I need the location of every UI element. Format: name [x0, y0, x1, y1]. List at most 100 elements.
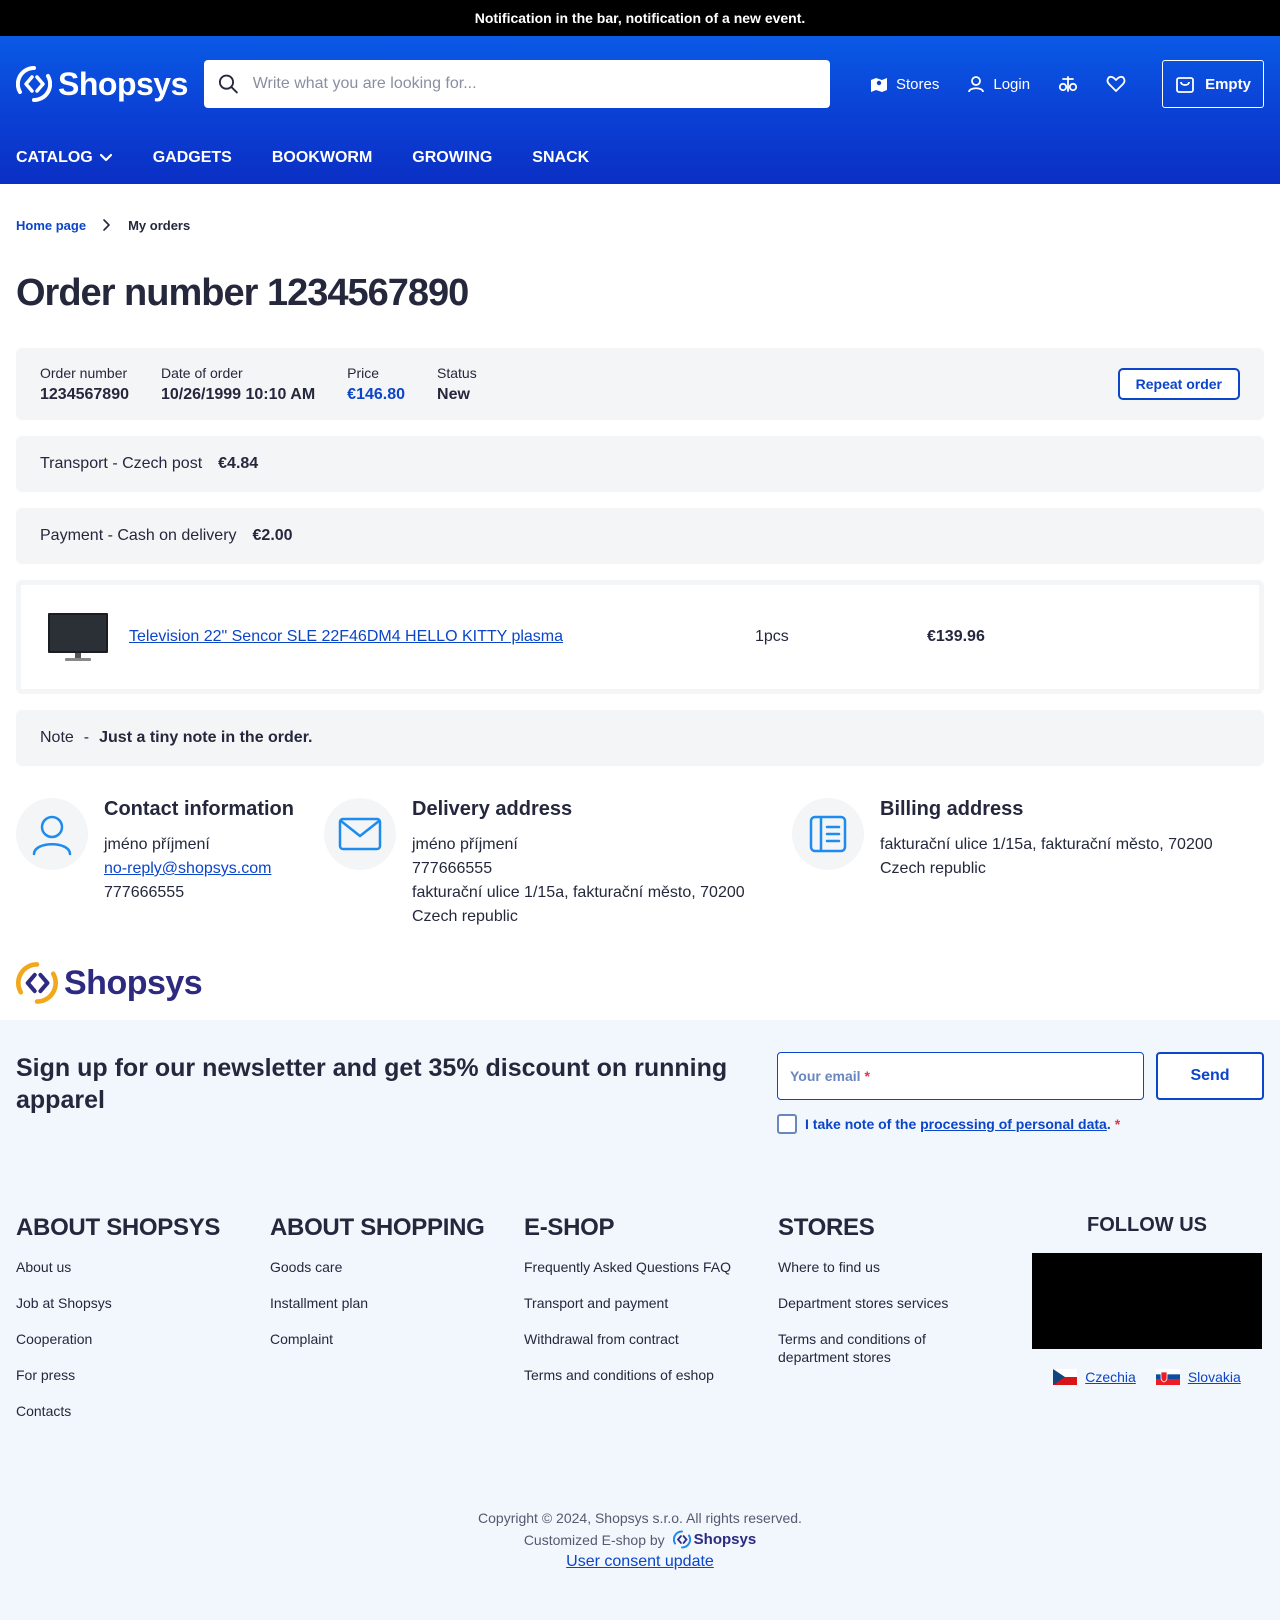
copyright-text: Copyright © 2024, Shopsys s.r.o. All rig…: [478, 1510, 802, 1526]
footer-link[interactable]: Complaint: [270, 1330, 524, 1348]
nav-item-snack[interactable]: SNACK: [532, 149, 589, 167]
login-label: Login: [993, 75, 1031, 93]
footer-link[interactable]: Cooperation: [16, 1330, 270, 1348]
consent-checkbox[interactable]: [777, 1114, 797, 1134]
search-bar[interactable]: [204, 60, 830, 108]
envelope-icon: [338, 817, 382, 851]
person-icon: [32, 815, 72, 856]
product-link[interactable]: Television 22" Sencor SLE 22F46DM4 HELLO…: [129, 628, 755, 646]
nav-item-gadgets[interactable]: GADGETS: [153, 149, 232, 167]
search-input[interactable]: [252, 75, 816, 93]
note-text: Just a tiny note in the order.: [99, 729, 313, 746]
nav-item-growing[interactable]: GROWING: [412, 149, 492, 167]
delivery-phone: 777666555: [412, 860, 493, 877]
nav-label: GROWING: [412, 149, 493, 166]
footer-link[interactable]: Where to find us: [778, 1258, 1032, 1276]
country-czechia-link[interactable]: Czechia: [1053, 1369, 1136, 1385]
footer-column-about-shopsys: ABOUT SHOPSYS About us Job at Shopsys Co…: [16, 1214, 270, 1438]
footer-link[interactable]: About us: [16, 1258, 270, 1276]
stores-link[interactable]: Stores: [870, 76, 939, 93]
country-label: Slovakia: [1187, 1369, 1241, 1385]
copyright-block: Copyright © 2024, Shopsys s.r.o. All rig…: [0, 1510, 1280, 1575]
personal-data-link[interactable]: processing of personal data: [920, 1116, 1107, 1132]
delivery-title: Delivery address: [412, 798, 573, 820]
required-mark: *: [864, 1068, 870, 1084]
billing-title: Billing address: [880, 798, 1024, 820]
delivery-icon-wrapper: [324, 798, 396, 870]
social-embed[interactable]: [1032, 1253, 1262, 1349]
product-price: €139.96: [927, 628, 985, 645]
order-note: Note - Just a tiny note in the order.: [16, 710, 1264, 766]
compare-link[interactable]: [1058, 75, 1078, 93]
user-icon: [968, 76, 985, 93]
consent-suffix: .: [1106, 1116, 1111, 1132]
note-label: Note: [40, 729, 74, 746]
chevron-right-icon: [103, 219, 110, 231]
billing-icon-wrapper: [792, 798, 864, 870]
country-slovakia-link[interactable]: Slovakia: [1155, 1369, 1241, 1385]
product-image[interactable]: [47, 612, 109, 662]
footer-link[interactable]: Terms and conditions of department store…: [778, 1330, 968, 1366]
newsletter-send-button[interactable]: Send: [1156, 1052, 1264, 1100]
cart-button[interactable]: Empty: [1162, 60, 1264, 108]
footer-logo[interactable]: Shopsys: [0, 948, 1280, 1018]
footer-logo-text: Shopsys: [64, 963, 203, 1002]
customized-logo[interactable]: Shopsys: [672, 1530, 757, 1549]
customized-logo-text: Shopsys: [693, 1531, 757, 1548]
logo-mark-icon: [16, 65, 52, 103]
cart-icon: [1176, 77, 1194, 93]
breadcrumb-home-link[interactable]: Home page: [16, 218, 86, 233]
order-status-value: New: [437, 385, 470, 403]
follow-us: FOLLOW US Czechia Slovakia: [1032, 1214, 1262, 1438]
footer-link[interactable]: Contacts: [16, 1402, 270, 1420]
footer-link[interactable]: Frequently Asked Questions FAQ: [524, 1258, 778, 1276]
footer-link[interactable]: Goods care: [270, 1258, 524, 1276]
site-header: Shopsys Stores Login: [0, 36, 1280, 184]
payment-row: Payment - Cash on delivery €2.00: [16, 508, 1264, 564]
email-placeholder: Your email: [790, 1068, 861, 1084]
wishlist-link[interactable]: [1106, 75, 1126, 93]
nav-item-bookworm[interactable]: BOOKWORM: [272, 149, 372, 167]
contact-email-link[interactable]: no-reply@shopsys.com: [104, 857, 294, 881]
footer-link[interactable]: Transport and payment: [524, 1294, 778, 1312]
order-date-value: 10/26/1999 10:10 AM: [160, 385, 316, 403]
stores-label: Stores: [896, 75, 940, 93]
search-icon: [218, 74, 238, 94]
repeat-order-button[interactable]: Repeat order: [1117, 368, 1240, 400]
billing-address: Billing address fakturační ulice 1/15a, …: [792, 798, 1213, 948]
nav-label: CATALOG: [16, 149, 93, 166]
notification-bar: Notification in the bar, notification of…: [0, 0, 1280, 36]
footer-link[interactable]: Job at Shopsys: [16, 1294, 270, 1312]
user-consent-update-link[interactable]: User consent update: [0, 1553, 1280, 1571]
note-separator: -: [83, 729, 90, 746]
main-nav: CATALOG GADGETS BOOKWORM GROWING SNACK: [16, 132, 1264, 184]
order-date-label: Date of order: [160, 364, 243, 381]
footer-column-eshop: E-SHOP Frequently Asked Questions FAQ Tr…: [524, 1214, 778, 1438]
footer-link[interactable]: For press: [16, 1366, 270, 1384]
footer-link[interactable]: Withdrawal from contract: [524, 1330, 778, 1348]
consent-required-mark: *: [1114, 1116, 1121, 1132]
newsletter-email-input[interactable]: Your email *: [777, 1052, 1144, 1100]
site-footer: Sign up for our newsletter and get 35% d…: [0, 1020, 1280, 1620]
contact-name: jméno příjmení: [104, 836, 210, 853]
breadcrumb: Home page My orders: [0, 184, 1280, 236]
delivery-street: fakturační ulice 1/15a, fakturační město…: [412, 884, 745, 901]
payment-label: Payment - Cash on delivery: [40, 527, 237, 544]
order-number-label: Order number: [40, 364, 128, 381]
footer-link[interactable]: Installment plan: [270, 1294, 524, 1312]
order-number-value: 1234567890: [40, 385, 129, 403]
chevron-down-icon: [99, 153, 112, 162]
television-icon: [48, 613, 108, 661]
site-logo[interactable]: Shopsys: [16, 65, 204, 103]
newsletter-title: Sign up for our newsletter and get 35% d…: [16, 1054, 728, 1114]
small-logo-mark-icon: [672, 1530, 691, 1549]
login-link[interactable]: Login: [967, 75, 1030, 93]
contact-icon-wrapper: [16, 798, 88, 870]
transport-row: Transport - Czech post €4.84: [16, 436, 1264, 492]
nav-item-catalog[interactable]: CATALOG: [16, 149, 113, 167]
newsletter-form: Your email * Send I take note of the pro…: [777, 1052, 1264, 1162]
footer-link[interactable]: Department stores services: [778, 1294, 1032, 1312]
transport-label: Transport - Czech post: [40, 455, 203, 472]
contact-title: Contact information: [104, 798, 294, 820]
footer-link[interactable]: Terms and conditions of eshop: [524, 1366, 778, 1384]
